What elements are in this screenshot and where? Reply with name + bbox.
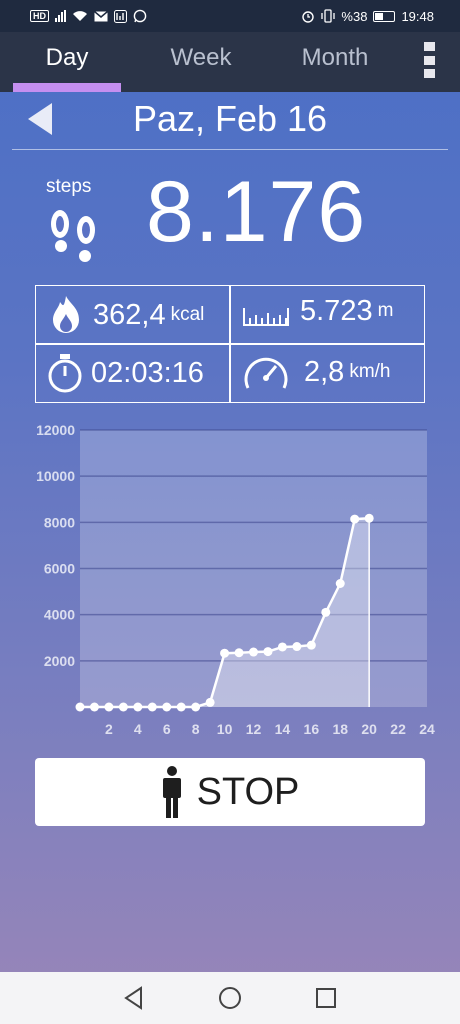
tab-day[interactable]: Day — [0, 32, 134, 92]
speed-unit: km/h — [349, 361, 391, 382]
person-icon — [162, 766, 181, 818]
duration-value: 02:03:16 — [91, 356, 204, 389]
chart-y-tick-label: 4000 — [44, 607, 75, 623]
stats-grid: 362,4 kcal 5.723 m 02:03:16 2,8 km/h — [35, 285, 425, 403]
chart-data-point — [104, 702, 114, 712]
chart-y-tick-label: 10000 — [36, 468, 75, 484]
chart-x-tick-label: 8 — [192, 721, 200, 737]
signal-icon — [55, 10, 66, 22]
chart-data-point — [292, 642, 302, 652]
chart-data-point — [89, 702, 99, 712]
chart-data-point — [350, 514, 360, 524]
steps-label: steps — [46, 176, 92, 197]
calories-value: 362,4 — [93, 298, 166, 331]
chart-data-point — [147, 702, 157, 712]
chart-data-point — [249, 647, 258, 657]
hd-indicator: HD — [30, 10, 49, 22]
calories-stat: 362,4 kcal — [48, 294, 204, 336]
distance-value: 5.723 — [300, 294, 373, 327]
battery-icon — [373, 10, 396, 22]
chart-y-tick-label: 6000 — [44, 561, 75, 577]
chart-y-tick-label: 2000 — [44, 653, 75, 669]
app-notification-icon — [114, 9, 127, 23]
chart-data-point — [176, 702, 186, 712]
stopwatch-icon — [48, 354, 82, 393]
speedometer-icon — [244, 357, 288, 389]
chart-data-point — [335, 579, 345, 589]
chart-x-tick-label: 22 — [390, 721, 406, 737]
flame-icon — [53, 296, 79, 333]
chart-x-tick-label: 18 — [332, 721, 348, 737]
ruler-icon — [243, 308, 289, 326]
chart-data-point — [321, 607, 331, 617]
calories-unit: kcal — [170, 304, 205, 325]
chart-data-point — [306, 640, 316, 650]
speed-value: 2,8 — [304, 355, 345, 388]
steps-count: 8.176 — [146, 164, 367, 260]
chart-x-tick-label: 2 — [105, 721, 113, 737]
chart-data-point — [234, 648, 244, 658]
mail-icon — [94, 10, 108, 21]
stop-button-label: STOP — [196, 770, 300, 813]
chart-x-tick-label: 6 — [163, 721, 171, 737]
distance-unit: m — [377, 300, 394, 321]
chart-data-point — [220, 648, 230, 658]
chart-x-tick-label: 12 — [246, 721, 262, 737]
back-nav-icon[interactable] — [121, 985, 147, 1011]
chart-data-point — [364, 513, 374, 523]
chart-data-point — [263, 647, 273, 657]
steps-chart: 200040006000800010000120002 4 6 8 10 12 14 16 18… — [36, 422, 435, 737]
chart-data-point — [133, 702, 143, 712]
alarm-icon — [302, 11, 315, 23]
duration-stat: 02:03:16 — [46, 352, 204, 394]
chart-x-tick-label: 4 — [134, 721, 142, 737]
wifi-icon — [73, 11, 87, 21]
chart-data-point — [162, 702, 172, 712]
date-header: Paz, Feb 16 — [0, 92, 460, 150]
speed-stat: 2,8 km/h — [242, 352, 391, 392]
header-divider — [12, 149, 448, 150]
chart-y-tick-label: 8000 — [44, 514, 75, 530]
chart-x-tick-label: 10 — [217, 721, 233, 737]
vibrate-icon — [321, 9, 336, 23]
status-left: HD — [30, 9, 147, 23]
system-nav-bar — [0, 972, 460, 1024]
chart-data-point — [75, 702, 85, 712]
chart-x-tick-label: 20 — [361, 721, 377, 737]
recents-nav-icon[interactable] — [313, 985, 339, 1011]
chart-data-point — [277, 642, 287, 652]
tab-bar: Day Week Month — [0, 32, 460, 92]
overflow-menu-icon[interactable] — [424, 42, 438, 78]
distance-stat: 5.723 m — [242, 294, 393, 328]
battery-percent: %38 — [341, 8, 368, 24]
whatsapp-icon — [133, 9, 147, 23]
tab-month[interactable]: Month — [268, 32, 402, 92]
footprints-icon — [51, 210, 95, 262]
stop-button[interactable]: STOP — [35, 758, 425, 826]
chart-data-point — [118, 702, 128, 712]
chart-x-tick-label: 16 — [304, 721, 320, 737]
clock: 19:48 — [401, 8, 434, 24]
stats-divider-horizontal — [36, 343, 424, 345]
tab-week[interactable]: Week — [134, 32, 268, 92]
status-right: %38 19:48 — [301, 9, 434, 24]
date-title: Paz, Feb 16 — [132, 98, 328, 139]
status-bar: HD %38 19:48 — [0, 0, 460, 32]
chart-data-point — [191, 702, 201, 712]
home-nav-icon[interactable] — [217, 985, 243, 1011]
chart-x-tick-label: 24 — [419, 721, 435, 737]
chart-data-point — [205, 697, 215, 707]
chart-x-tick-label: 14 — [275, 721, 291, 737]
chart-y-tick-label: 12000 — [36, 422, 75, 438]
